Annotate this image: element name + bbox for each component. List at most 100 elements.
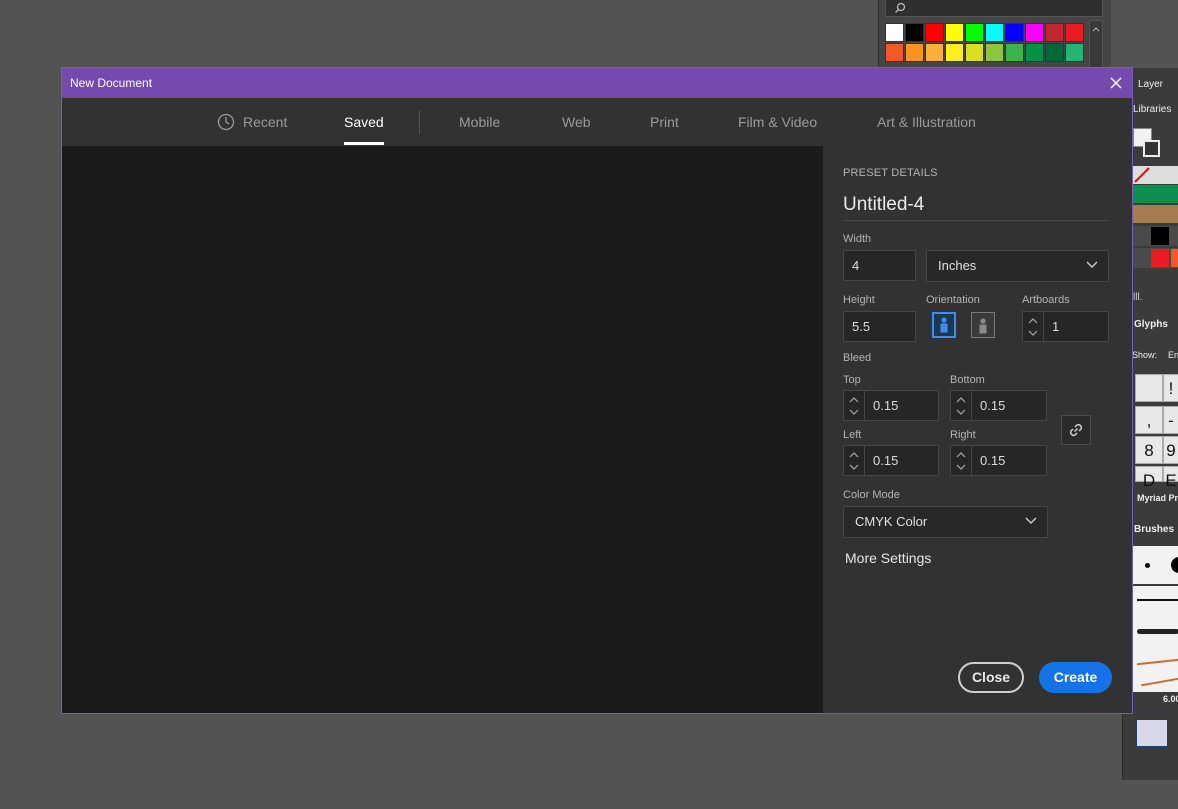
tab-recent[interactable]: Recent [217,98,287,146]
none-swatch-icon [1134,167,1150,183]
brush-size-value[interactable]: 6.00 [1163,694,1178,704]
glyph-cell[interactable]: ! [1163,374,1178,402]
stepper-up-icon[interactable] [956,451,966,459]
swatch[interactable] [945,23,964,42]
glyph-cell[interactable]: , [1135,406,1163,434]
swatch[interactable] [1045,43,1064,62]
glyph-cell[interactable] [1135,374,1163,402]
tab-saved[interactable]: Saved [344,98,384,146]
clock-icon [217,113,235,131]
tab-art-illustration[interactable]: Art & Illustration [877,98,976,146]
swatch[interactable] [885,23,904,42]
more-settings-link[interactable]: More Settings [845,550,931,566]
color-swatch-row[interactable] [1133,205,1178,223]
glyph-cell[interactable]: - [1163,406,1178,434]
bleed-bottom-label: Bottom [950,374,985,386]
swatch[interactable] [985,23,1004,42]
swatch[interactable] [1065,23,1084,42]
glyphs-show-value[interactable]: En [1168,350,1178,360]
tab-film-video[interactable]: Film & Video [738,98,817,146]
swatch[interactable] [985,43,1004,62]
color-swatch-row[interactable] [1133,185,1178,203]
tab-glyphs[interactable]: Glyphs [1134,319,1168,330]
artboards-input[interactable]: 1 [1044,311,1109,342]
swatch[interactable] [925,43,944,62]
color-swatch-row[interactable] [1133,248,1178,268]
swatch[interactable] [1025,43,1044,62]
chevron-down-icon [1086,261,1098,268]
swatch-search-field[interactable] [885,0,1103,17]
swatch[interactable] [1065,43,1084,62]
stepper-down-icon[interactable] [1028,329,1038,337]
bleed-left-label: Left [843,429,862,441]
tab-brushes[interactable]: Brushes [1134,524,1174,535]
library-icon[interactable]: lll. [1133,292,1178,304]
units-value: Inches [938,258,977,273]
tab-layer[interactable]: Layer [1138,79,1163,90]
chevron-up-icon [1092,27,1100,32]
swatch[interactable] [1045,23,1064,42]
units-select[interactable]: Inches [926,250,1109,282]
close-icon[interactable] [1106,73,1126,93]
stepper-down-icon[interactable] [849,463,859,471]
artboards-stepper[interactable] [1022,311,1044,342]
glyph-cell[interactable]: E [1163,466,1178,490]
tab-print[interactable]: Print [650,98,679,146]
stepper-up-icon[interactable] [1028,317,1038,325]
landscape-orientation-button[interactable] [971,312,995,338]
swatch[interactable] [945,43,964,62]
swatch[interactable] [905,43,924,62]
swatch[interactable] [1025,23,1044,42]
stepper-up-icon[interactable] [849,396,859,404]
color-swatch-row[interactable] [1133,226,1178,246]
swatch[interactable] [965,43,984,62]
bleed-left-stepper[interactable] [843,445,865,476]
bleed-right-input[interactable]: 0.15 [972,445,1047,476]
height-input[interactable]: 5.5 [843,311,916,342]
swatches-panel [878,0,1111,68]
bleed-left-input[interactable]: 0.15 [865,445,939,476]
swatch-scrollbar[interactable] [1089,20,1103,68]
orientation-label: Orientation [926,294,980,306]
preset-tabs: Recent Saved Mobile Web Print Film & Vid… [62,98,1132,146]
swatch[interactable] [925,23,944,42]
stepper-down-icon[interactable] [849,408,859,416]
portrait-icon [940,317,948,333]
width-input[interactable]: 4 [843,250,916,281]
stepper-down-icon[interactable] [956,463,966,471]
stepper-up-icon[interactable] [849,451,859,459]
color-swatch-row[interactable] [1133,166,1178,184]
title-bar[interactable]: New Document [62,68,1132,98]
bleed-bottom-input[interactable]: 0.15 [972,390,1047,421]
font-name[interactable]: Myriad Pr [1137,493,1178,503]
swatch[interactable] [1005,23,1024,42]
glyph-cell[interactable]: D [1135,466,1163,490]
tab-web[interactable]: Web [562,98,591,146]
stepper-down-icon[interactable] [956,408,966,416]
stroke-color-icon[interactable] [1143,140,1160,157]
bleed-top-stepper[interactable] [843,390,865,421]
close-button[interactable]: Close [958,662,1024,693]
brush-dot-row[interactable] [1133,546,1178,584]
portrait-orientation-button[interactable] [932,312,956,338]
bleed-top-input[interactable]: 0.15 [865,390,939,421]
swatch[interactable] [965,23,984,42]
glyphs-show-label: Show: [1132,350,1158,360]
dialog-title: New Document [70,76,153,90]
glyph-cell[interactable]: 8 [1135,436,1163,464]
tab-mobile[interactable]: Mobile [459,98,500,146]
create-button[interactable]: Create [1039,662,1112,693]
bleed-right-stepper[interactable] [950,445,972,476]
swatch[interactable] [905,23,924,42]
glyph-cell[interactable]: 9 [1163,436,1178,464]
swatch[interactable] [1005,43,1024,62]
bleed-bottom-stepper[interactable] [950,390,972,421]
color-mode-select[interactable]: CMYK Color [843,506,1048,538]
brush-list[interactable] [1133,586,1178,692]
brush-preview-icon[interactable] [1136,719,1168,747]
tab-libraries[interactable]: Libraries [1133,104,1171,115]
stepper-up-icon[interactable] [956,396,966,404]
link-bleed-button[interactable] [1061,415,1091,445]
document-name-field[interactable]: Untitled-4 [843,194,1109,221]
swatch[interactable] [885,43,904,62]
